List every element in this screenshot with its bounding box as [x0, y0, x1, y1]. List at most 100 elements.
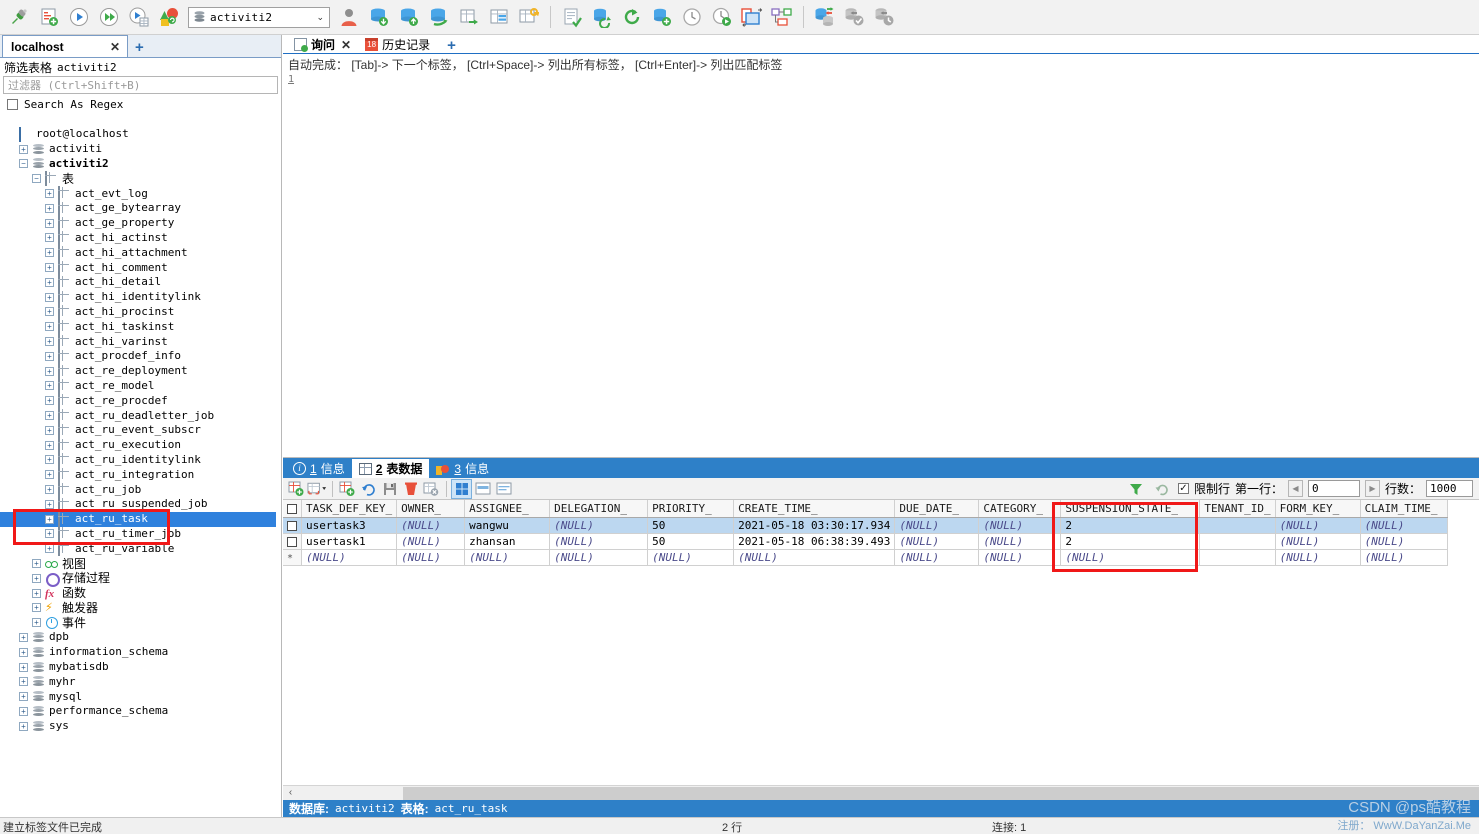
- expand-icon[interactable]: +: [32, 559, 41, 568]
- refresh-icon[interactable]: [617, 2, 647, 32]
- result-tab-info-3[interactable]: 3 信息: [429, 459, 496, 478]
- duplicate-record-icon[interactable]: [337, 479, 358, 499]
- cell-category[interactable]: (NULL): [979, 533, 1061, 549]
- expand-icon[interactable]: +: [45, 455, 54, 464]
- search-as-regex-row[interactable]: Search As Regex: [0, 96, 281, 114]
- column-header[interactable]: ASSIGNEE_: [465, 500, 550, 517]
- db-sync-icon[interactable]: [587, 2, 617, 32]
- expand-icon[interactable]: +: [45, 396, 54, 405]
- collapse-icon[interactable]: −: [32, 174, 41, 183]
- column-header[interactable]: CLAIM_TIME_: [1360, 500, 1447, 517]
- expand-icon[interactable]: +: [45, 441, 54, 450]
- cell-create_time[interactable]: (NULL): [734, 549, 895, 565]
- tree-item-act_re_model[interactable]: +act_re_model: [0, 379, 276, 394]
- remove-record-icon[interactable]: [307, 479, 328, 499]
- expand-icon[interactable]: +: [45, 485, 54, 494]
- cell-form_key[interactable]: (NULL): [1275, 549, 1360, 565]
- expand-icon[interactable]: +: [19, 145, 28, 154]
- filter-input[interactable]: 过滤器 (Ctrl+Shift+B): [3, 76, 278, 94]
- cell-tenant_id[interactable]: [1200, 533, 1275, 549]
- connection-tab-localhost[interactable]: localhost ✕: [2, 35, 128, 57]
- collapse-icon[interactable]: −: [19, 159, 28, 168]
- db-add-icon[interactable]: [647, 2, 677, 32]
- column-header[interactable]: CATEGORY_: [979, 500, 1061, 517]
- expand-icon[interactable]: +: [45, 500, 54, 509]
- expand-icon[interactable]: +: [45, 337, 54, 346]
- user-icon[interactable]: [334, 2, 364, 32]
- expand-icon[interactable]: +: [45, 322, 54, 331]
- expand-icon[interactable]: +: [45, 544, 54, 553]
- chevron-down-icon[interactable]: ⌄: [316, 12, 327, 23]
- expand-icon[interactable]: +: [45, 204, 54, 213]
- expand-icon[interactable]: +: [45, 381, 54, 390]
- tree-item-myhr[interactable]: +myhr: [0, 674, 276, 689]
- cell-suspension_state[interactable]: (NULL): [1061, 549, 1200, 565]
- expand-icon[interactable]: +: [45, 307, 54, 316]
- cell-delegation[interactable]: (NULL): [550, 549, 648, 565]
- column-header[interactable]: FORM_KEY_: [1275, 500, 1360, 517]
- tree-item-act_ru_deadletter_job[interactable]: +act_ru_deadletter_job: [0, 408, 276, 423]
- tab-history[interactable]: 18 历史记录: [358, 35, 437, 53]
- run-selected-icon[interactable]: [124, 2, 154, 32]
- column-header[interactable]: TENANT_ID_: [1200, 500, 1275, 517]
- cell-priority[interactable]: (NULL): [648, 549, 734, 565]
- expand-icon[interactable]: +: [45, 293, 54, 302]
- search-as-regex-checkbox[interactable]: [7, 99, 18, 110]
- expand-icon[interactable]: +: [45, 352, 54, 361]
- row-selector[interactable]: [283, 517, 302, 533]
- save-icon[interactable]: [379, 479, 400, 499]
- add-record-icon[interactable]: [286, 479, 307, 499]
- tree-item-act_procdef_info[interactable]: +act_procdef_info: [0, 349, 276, 364]
- cell-form_key[interactable]: (NULL): [1275, 517, 1360, 533]
- text-view-icon[interactable]: [493, 479, 514, 499]
- tree-item-act_ru_execution[interactable]: +act_ru_execution: [0, 438, 276, 453]
- cell-category[interactable]: (NULL): [979, 517, 1061, 533]
- expand-icon[interactable]: +: [32, 603, 41, 612]
- column-header[interactable]: DUE_DATE_: [895, 500, 979, 517]
- select-all-header[interactable]: [283, 500, 302, 517]
- expand-icon[interactable]: +: [19, 677, 28, 686]
- tree-item-act_ge_property[interactable]: +act_ge_property: [0, 216, 276, 231]
- tree-item-act_ge_bytearray[interactable]: +act_ge_bytearray: [0, 201, 276, 216]
- column-header[interactable]: SUSPENSION_STATE_: [1061, 500, 1200, 517]
- clock-run-icon[interactable]: [707, 2, 737, 32]
- cell-task_def_key[interactable]: usertask3: [302, 517, 397, 533]
- data-grid[interactable]: TASK_DEF_KEY_OWNER_ASSIGNEE_DELEGATION_P…: [283, 500, 1479, 783]
- apply-changes-icon[interactable]: [358, 479, 379, 499]
- cell-form_key[interactable]: (NULL): [1275, 533, 1360, 549]
- row-count-input[interactable]: 1000: [1426, 480, 1473, 497]
- new-doc-icon[interactable]: [557, 2, 587, 32]
- row-selector[interactable]: *: [283, 549, 302, 565]
- row-selector[interactable]: [283, 533, 302, 549]
- tree-item-act_ru_suspended_job[interactable]: +act_ru_suspended_job: [0, 497, 276, 512]
- transfer-db-icon[interactable]: [424, 2, 454, 32]
- expand-icon[interactable]: +: [19, 692, 28, 701]
- cell-priority[interactable]: 50: [648, 517, 734, 533]
- cell-tenant_id[interactable]: [1200, 517, 1275, 533]
- column-header[interactable]: PRIORITY_: [648, 500, 734, 517]
- cell-suspension_state[interactable]: 2: [1061, 517, 1200, 533]
- sql-editor[interactable]: 自动完成： [Tab]-> 下一个标签， [Ctrl+Space]-> 列出所有…: [283, 54, 1479, 458]
- tree-item-activiti2[interactable]: −activiti2: [0, 157, 276, 172]
- tree-item-act_hi_attachment[interactable]: +act_hi_attachment: [0, 245, 276, 260]
- row-checkbox[interactable]: [287, 537, 297, 547]
- expand-icon[interactable]: +: [45, 529, 54, 538]
- close-icon[interactable]: ✕: [341, 38, 351, 52]
- export-db-icon[interactable]: [394, 2, 424, 32]
- cell-assignee[interactable]: wangwu: [465, 517, 550, 533]
- tree-item-mysql[interactable]: +mysql: [0, 689, 276, 704]
- tree-item-act_ru_integration[interactable]: +act_ru_integration: [0, 467, 276, 482]
- cell-claim_time[interactable]: (NULL): [1360, 517, 1447, 533]
- cell-claim_time[interactable]: (NULL): [1360, 533, 1447, 549]
- cancel-changes-icon[interactable]: [421, 479, 442, 499]
- expand-icon[interactable]: +: [32, 589, 41, 598]
- delete-icon[interactable]: [400, 479, 421, 499]
- tree-item-act_ru_identitylink[interactable]: +act_ru_identitylink: [0, 453, 276, 468]
- cell-category[interactable]: (NULL): [979, 549, 1061, 565]
- grid-view-icon[interactable]: [451, 479, 472, 499]
- cell-due_date[interactable]: (NULL): [895, 549, 979, 565]
- tree-item-[interactable]: +存储过程: [0, 571, 276, 586]
- cell-owner[interactable]: (NULL): [397, 517, 465, 533]
- expand-icon[interactable]: +: [45, 189, 54, 198]
- expand-icon[interactable]: +: [45, 233, 54, 242]
